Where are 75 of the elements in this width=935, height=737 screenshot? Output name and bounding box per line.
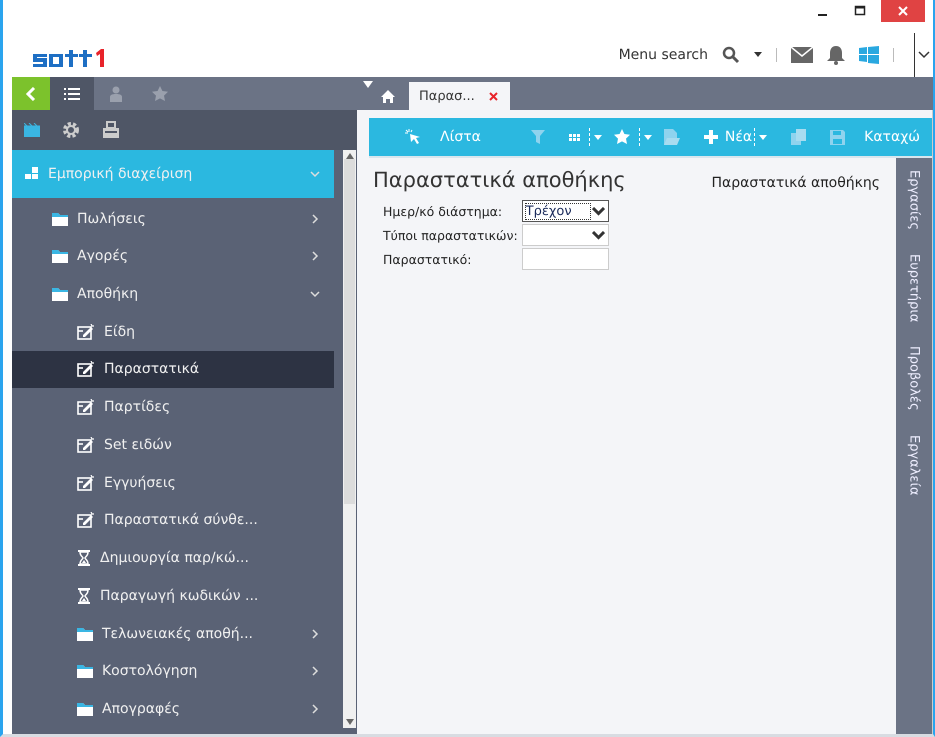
side-tab[interactable]: Ευρετήρια — [906, 254, 922, 322]
filter-icon — [530, 130, 545, 144]
document-icon — [664, 129, 680, 145]
hourglass-icon — [77, 588, 91, 604]
tree-item[interactable]: Παρτίδες — [12, 388, 334, 426]
hourglass-icon — [77, 550, 91, 566]
copy-icon — [791, 129, 806, 145]
sidebar-tab[interactable] — [50, 77, 94, 110]
tree-item[interactable]: Είδη — [12, 312, 334, 351]
side-tab[interactable]: Εργασίες — [906, 170, 922, 230]
folder-icon — [77, 626, 93, 641]
blocks-icon — [25, 167, 39, 180]
tree-item[interactable]: Παραστατικά σύνθε... — [12, 502, 334, 540]
chevron-down-icon — [592, 230, 605, 240]
tree-item[interactable]: Παραγωγή κωδικών ... — [12, 577, 334, 615]
close-button[interactable] — [881, 0, 925, 22]
star-icon — [152, 86, 168, 102]
input-field[interactable] — [522, 248, 609, 270]
dropdown-field[interactable] — [522, 224, 609, 246]
scroll-down-icon[interactable] — [346, 719, 354, 725]
tree-item[interactable]: Set ειδών — [12, 426, 334, 464]
edit-form-icon — [77, 361, 95, 378]
grid-icon — [568, 134, 580, 140]
plus-icon — [704, 130, 718, 144]
tree-item[interactable]: Εγγυήσεις — [12, 464, 334, 502]
form-title: Παραστατικά αποθήκης — [373, 168, 626, 192]
star-icon — [614, 129, 630, 145]
field-label: Τύποι παραστατικών: — [383, 228, 519, 242]
tree-item[interactable]: Κοστολόγηση — [12, 652, 334, 690]
star-button[interactable] — [614, 128, 652, 146]
tree-item[interactable]: Πωλήσεις — [12, 200, 334, 238]
search-icon[interactable] — [722, 46, 740, 64]
clapperboard-icon[interactable] — [24, 123, 40, 137]
folder-icon — [52, 249, 68, 264]
close-icon[interactable] — [488, 92, 498, 100]
mail-icon[interactable] — [791, 46, 813, 62]
tree-item[interactable]: Αποθήκη — [12, 275, 334, 313]
tree-item[interactable]: Αγορές — [12, 237, 334, 276]
home-icon — [381, 90, 395, 102]
chevron-down-icon — [592, 206, 605, 216]
field-label: Παραστατικό: — [383, 252, 472, 266]
tree-item[interactable]: Απογραφές — [12, 690, 334, 728]
chevron-down-icon — [918, 50, 930, 58]
maximize-icon — [854, 5, 866, 17]
save-icon — [830, 130, 846, 144]
tree-item[interactable]: Δημιουργία παρ/κώ... — [12, 539, 334, 578]
side-tab[interactable]: Προβολές — [906, 346, 922, 411]
edit-form-icon — [77, 324, 95, 340]
menu-search-label[interactable]: Menu search — [618, 46, 708, 62]
side-tab[interactable]: Εργαλεία — [906, 434, 922, 496]
document-tab[interactable]: Παρασ... — [409, 82, 510, 110]
settings-icon[interactable] — [62, 121, 80, 139]
folder-icon — [77, 664, 93, 678]
minimize-icon — [818, 14, 826, 16]
list-icon — [64, 86, 80, 102]
tree-item[interactable]: Παραστατικά — [12, 350, 334, 388]
chevron-left-icon — [26, 86, 36, 100]
scrollbar[interactable] — [343, 150, 356, 728]
folder-icon — [52, 212, 68, 226]
edit-form-icon — [77, 399, 95, 416]
pointer-icon — [405, 129, 421, 145]
folder-icon — [77, 702, 93, 716]
tree-item[interactable]: Τελωνειακές αποθή... — [12, 614, 334, 652]
windows-icon[interactable] — [859, 46, 879, 64]
dropdown-field[interactable]: Τρέχον — [522, 200, 609, 222]
close-icon — [897, 5, 909, 17]
edit-form-icon — [77, 512, 95, 528]
field-label: Ημερ/κό διάστημα: — [383, 204, 504, 218]
edit-form-icon — [77, 474, 95, 491]
bell-icon[interactable] — [827, 44, 845, 64]
form-subtitle: Παραστατικά αποθήκης — [712, 175, 880, 191]
folder-icon — [52, 287, 68, 301]
edit-form-icon — [77, 436, 95, 453]
caret-icon[interactable] — [754, 52, 762, 57]
user-icon — [108, 86, 124, 102]
